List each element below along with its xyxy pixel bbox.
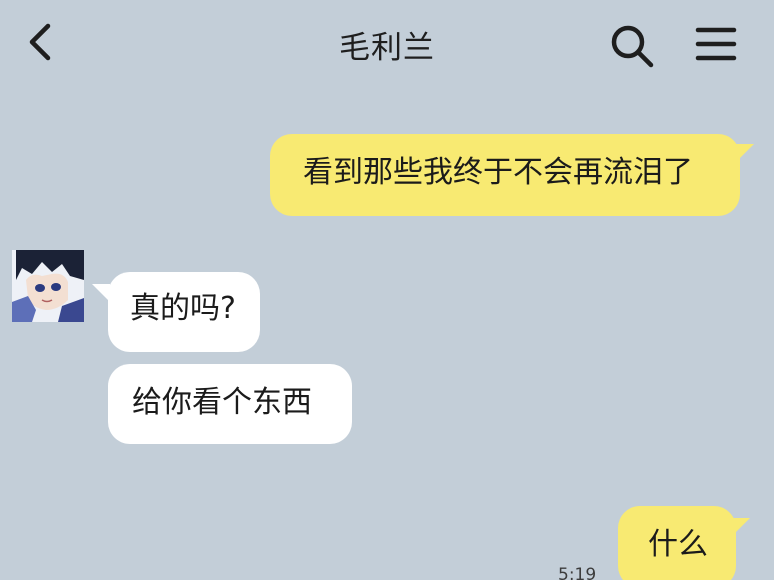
chat-screen: 毛利兰 看到那些我终于不会再流泪了 真的吗? 给你看个东西 什么 5:19 [0,0,774,580]
hamburger-menu-icon [695,27,737,61]
message-timestamp: 5:19 [558,565,597,580]
search-icon [611,25,654,68]
avatar[interactable] [12,250,84,322]
incoming-message-bubble[interactable]: 真的吗? [108,272,260,352]
message-text: 什么 [648,527,708,562]
message-text: 看到那些我终于不会再流泪了 [303,155,693,190]
incoming-message-bubble[interactable]: 给你看个东西 [108,364,352,444]
menu-button[interactable] [688,18,744,74]
message-text: 真的吗? [130,291,236,326]
message-text: 给你看个东西 [132,385,312,420]
chat-header: 毛利兰 [0,0,774,92]
outgoing-message-bubble[interactable]: 什么 [618,506,736,580]
anime-character-avatar-icon [12,250,84,322]
search-button[interactable] [604,18,660,74]
bubble-tail [736,144,754,162]
outgoing-message-bubble[interactable]: 看到那些我终于不会再流泪了 [270,134,740,216]
bubble-tail [732,518,750,536]
